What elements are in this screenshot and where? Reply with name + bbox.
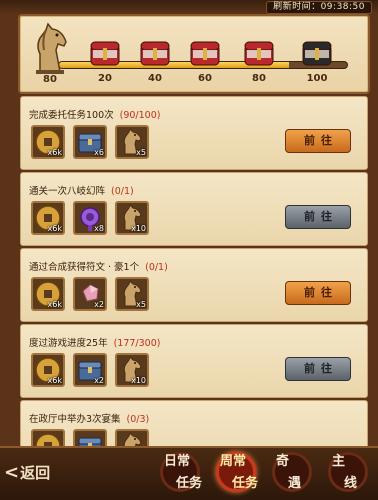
task-title-text: 度过游戏进度25年 bbox=[29, 338, 108, 349]
red-chest-icon[interactable] bbox=[138, 36, 172, 70]
red-chest-icon[interactable] bbox=[88, 36, 122, 70]
nav-tab-label-top: 奇 bbox=[276, 454, 290, 469]
back-label: 返回 bbox=[20, 464, 51, 482]
progress-current-value: 80 bbox=[43, 74, 57, 85]
header-bar: 刷新时间：09:38:50 bbox=[0, 0, 378, 14]
task-list[interactable]: 完成委托任务100次 (90/100) x6k x6 x5 前往 通关一次八岐幻阵 (0/1)… bbox=[20, 96, 368, 446]
milestone-value: 60 bbox=[198, 73, 212, 84]
go-button[interactable]: 前往 bbox=[285, 357, 351, 381]
task-progress: (0/1) bbox=[111, 186, 134, 197]
reward-quantity: x6 bbox=[94, 148, 104, 157]
reward-slot[interactable]: x2 bbox=[73, 277, 107, 311]
reward-quantity: x6k bbox=[47, 300, 62, 309]
task-item: 在政厅中举办3次宴集 (0/3) bbox=[20, 400, 368, 446]
nav-tab[interactable]: 奇遇 bbox=[266, 448, 318, 500]
reward-slot[interactable]: x8 bbox=[73, 201, 107, 235]
reward-slot[interactable]: x2 bbox=[73, 353, 107, 387]
nav-tab-label-bottom: 任务 bbox=[176, 476, 203, 491]
go-button[interactable]: 前往 bbox=[285, 129, 351, 153]
reward-slot[interactable]: x6k bbox=[31, 125, 65, 159]
nav-tab-label-bottom: 线 bbox=[344, 476, 358, 491]
task-progress: (177/300) bbox=[113, 338, 161, 349]
nav-tab-label-top: 周常 bbox=[220, 454, 247, 469]
task-title-text: 在政厅中举办3次宴集 bbox=[29, 414, 121, 425]
nav-tab[interactable]: 周常任务 bbox=[210, 448, 262, 500]
reward-quantity: x2 bbox=[94, 376, 104, 385]
task-progress: (0/1) bbox=[145, 262, 168, 273]
reward-quantity: x5 bbox=[136, 300, 146, 309]
milestone-value: 40 bbox=[148, 73, 162, 84]
reward-slot[interactable] bbox=[115, 429, 149, 446]
nav-tab[interactable]: 日常任务 bbox=[154, 448, 206, 500]
task-item: 通过合成获得符文 · 豪1个 (0/1) x6k x2 x5 前往 bbox=[20, 248, 368, 322]
nav-tab[interactable]: 主线 bbox=[322, 448, 374, 500]
reward-quantity: x6k bbox=[47, 224, 62, 233]
milestone-value: 80 bbox=[252, 73, 266, 84]
task-title-text: 通过合成获得符文 · 豪1个 bbox=[29, 262, 140, 273]
task-title: 完成委托任务100次 (90/100) bbox=[29, 107, 160, 121]
black-chest-icon[interactable] bbox=[300, 36, 334, 70]
task-item: 完成委托任务100次 (90/100) x6k x6 x5 前往 bbox=[20, 96, 368, 170]
reward-slot[interactable] bbox=[73, 429, 107, 446]
task-progress: (90/100) bbox=[119, 110, 161, 121]
task-title-text: 通关一次八岐幻阵 bbox=[29, 186, 106, 197]
weekly-progress-panel: 80 20 40 60 80 100 bbox=[18, 14, 370, 94]
reward-slot[interactable]: x5 bbox=[115, 125, 149, 159]
horse-icon bbox=[36, 22, 67, 74]
reward-slot[interactable]: x5 bbox=[115, 277, 149, 311]
reward-slot[interactable]: x6k bbox=[31, 201, 65, 235]
reward-quantity: x10 bbox=[131, 224, 146, 233]
reward-slot[interactable] bbox=[31, 429, 65, 446]
task-item: 度过游戏进度25年 (177/300) x6k x2 x10 前往 bbox=[20, 324, 368, 398]
go-button[interactable]: 前往 bbox=[285, 281, 351, 305]
nav-tab-label-bottom: 任务 bbox=[232, 476, 259, 491]
nav-tab-label-top: 主 bbox=[332, 454, 346, 469]
nav-tab-label-bottom: 遇 bbox=[288, 476, 302, 491]
task-item: 通关一次八岐幻阵 (0/1) x6k x8 x10 前往 bbox=[20, 172, 368, 246]
reward-quantity: x6k bbox=[47, 148, 62, 157]
task-title: 在政厅中举办3次宴集 (0/3) bbox=[29, 411, 149, 425]
reward-quantity: x5 bbox=[136, 148, 146, 157]
go-button[interactable]: 前往 bbox=[285, 205, 351, 229]
red-chest-icon[interactable] bbox=[242, 36, 276, 70]
reward-quantity: x2 bbox=[94, 300, 104, 309]
task-title: 通关一次八岐幻阵 (0/1) bbox=[29, 183, 134, 197]
reward-slot[interactable]: x6k bbox=[31, 353, 65, 387]
task-title: 通过合成获得符文 · 豪1个 (0/1) bbox=[29, 259, 168, 273]
refresh-timer: 刷新时间：09:38:50 bbox=[266, 1, 372, 14]
red-chest-icon[interactable] bbox=[188, 36, 222, 70]
reward-quantity: x6k bbox=[47, 376, 62, 385]
reward-quantity: x8 bbox=[94, 224, 104, 233]
task-title: 度过游戏进度25年 (177/300) bbox=[29, 335, 160, 349]
milestone-value: 100 bbox=[306, 73, 328, 84]
reward-slot[interactable]: x10 bbox=[115, 353, 149, 387]
back-button[interactable]: <返回 bbox=[4, 452, 66, 488]
back-arrow-icon: < bbox=[4, 462, 20, 483]
task-title-text: 完成委托任务100次 bbox=[29, 110, 114, 121]
reward-slot[interactable]: x6 bbox=[73, 125, 107, 159]
reward-slot[interactable]: x10 bbox=[115, 201, 149, 235]
nav-tab-label-top: 日常 bbox=[164, 454, 191, 469]
task-progress: (0/3) bbox=[126, 414, 150, 425]
reward-slot[interactable]: x6k bbox=[31, 277, 65, 311]
milestone-value: 20 bbox=[98, 73, 112, 84]
reward-quantity: x10 bbox=[131, 376, 146, 385]
bottom-nav: <返回 日常 任务 周常 任务奇遇主线 bbox=[0, 446, 378, 500]
